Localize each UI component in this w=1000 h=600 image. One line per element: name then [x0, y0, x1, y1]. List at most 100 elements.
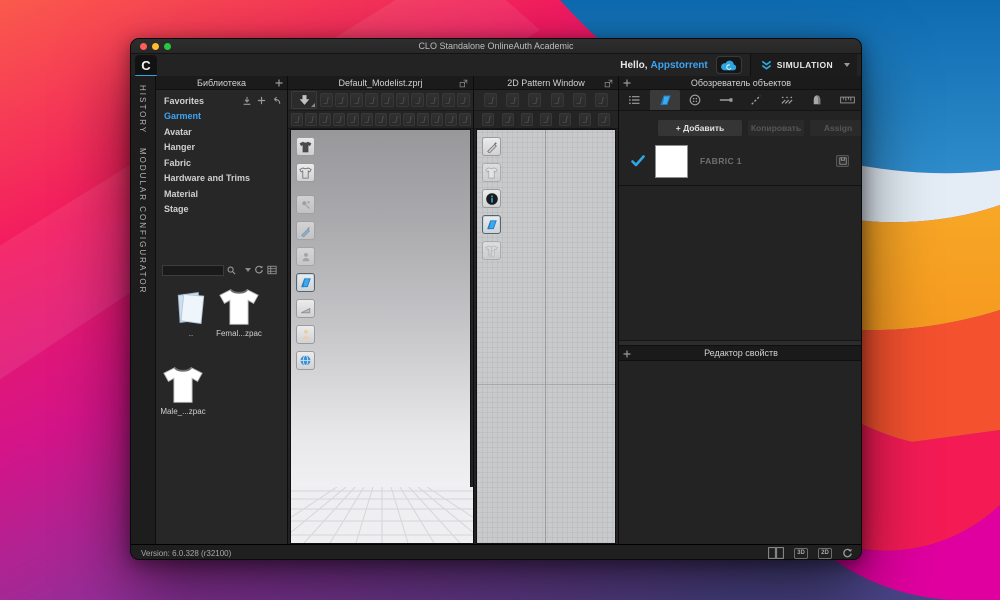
toolbar-button[interactable]: [595, 93, 608, 107]
show-garment-style-icon[interactable]: [296, 163, 315, 182]
file-item-male-garment[interactable]: Male_...zpac: [159, 365, 207, 416]
viewport-3d-canvas[interactable]: [290, 129, 471, 544]
popout-icon[interactable]: [604, 79, 613, 88]
toolbar-button[interactable]: [540, 113, 552, 126]
show-wedge-icon[interactable]: [296, 299, 315, 318]
toolbar-button[interactable]: [426, 93, 439, 107]
username-link[interactable]: Appstorrent: [651, 60, 708, 71]
toolbar-button[interactable]: [506, 93, 519, 107]
shirt-tool-icon[interactable]: [482, 163, 501, 182]
download-icon[interactable]: [242, 96, 252, 106]
toolbar-button[interactable]: [403, 113, 415, 126]
tab-scene-list[interactable]: [619, 90, 650, 110]
toolbar-button[interactable]: [502, 113, 514, 126]
library-item-favorites[interactable]: Favorites: [156, 93, 287, 109]
toolbar-button[interactable]: [389, 113, 401, 126]
clo-logo[interactable]: C: [135, 55, 157, 75]
tab-modular-configurator[interactable]: MODULAR CONFIGURATOR: [138, 148, 147, 294]
popout-icon[interactable]: [459, 79, 468, 88]
check-icon[interactable]: [631, 155, 645, 167]
refresh-icon[interactable]: [254, 265, 264, 275]
toolbar-button[interactable]: [320, 93, 333, 107]
library-item-material[interactable]: Material: [156, 186, 287, 202]
cloud-sync-button[interactable]: [716, 56, 742, 74]
toolbar-button[interactable]: [396, 93, 409, 107]
tab-puckering[interactable]: [772, 90, 803, 110]
search-input[interactable]: [162, 265, 224, 276]
toolbar-button[interactable]: [482, 113, 494, 126]
show-globe-icon[interactable]: [296, 351, 315, 370]
show-pins-icon[interactable]: [296, 195, 315, 214]
toolbar-button[interactable]: [579, 113, 591, 126]
add-fabric-button[interactable]: + Добавить: [658, 120, 742, 136]
simulation-dropdown-caret[interactable]: [844, 63, 850, 67]
tab-history[interactable]: HISTORY: [138, 85, 147, 134]
toolbar-button[interactable]: [381, 93, 394, 107]
info-tool-icon[interactable]: [482, 189, 501, 208]
add-icon[interactable]: [257, 96, 266, 105]
save-fabric-icon[interactable]: [836, 155, 849, 167]
grid-shirt-tool-icon[interactable]: [482, 241, 501, 260]
toolbar-button[interactable]: [445, 113, 457, 126]
toolbar-button[interactable]: [528, 93, 541, 107]
tab-topstitch[interactable]: [741, 90, 772, 110]
fabric-list-item[interactable]: FABRIC 1: [619, 143, 862, 179]
fabric-swatch[interactable]: [655, 145, 688, 178]
toolbar-button[interactable]: [333, 113, 345, 126]
view-3d-button[interactable]: 3D: [794, 548, 808, 559]
tab-fabric[interactable]: [650, 90, 681, 110]
split-view-icon[interactable]: [768, 547, 784, 559]
view-2d-button[interactable]: 2D: [818, 548, 832, 559]
pattern-tool-icon[interactable]: [482, 215, 501, 234]
panel-move-icon[interactable]: [275, 79, 283, 87]
library-item-garment[interactable]: Garment: [156, 109, 287, 125]
simulation-button[interactable]: SIMULATION: [750, 54, 857, 76]
show-fabric-icon[interactable]: [296, 273, 315, 292]
file-item-parent-folder[interactable]: ..: [167, 289, 215, 338]
toolbar-button[interactable]: [521, 113, 533, 126]
tab-trim[interactable]: [802, 90, 833, 110]
toolbar-button[interactable]: [459, 113, 471, 126]
assign-fabric-button[interactable]: Assign: [810, 120, 862, 136]
toolbar-button[interactable]: [305, 113, 317, 126]
show-mannequin-icon[interactable]: [296, 325, 315, 344]
library-item-hanger[interactable]: Hanger: [156, 140, 287, 156]
toolbar-button[interactable]: [431, 113, 443, 126]
toolbar-button[interactable]: [291, 113, 303, 126]
show-avatar-small-icon[interactable]: [296, 247, 315, 266]
search-icon[interactable]: [227, 266, 236, 275]
refresh-icon[interactable]: [842, 548, 853, 559]
search-options-caret[interactable]: [245, 268, 251, 272]
toolbar-button[interactable]: [417, 113, 429, 126]
toolbar-button[interactable]: [559, 113, 571, 126]
toolbar-button[interactable]: [442, 93, 455, 107]
library-item-fabric[interactable]: Fabric: [156, 155, 287, 171]
toolbar-button[interactable]: [573, 93, 586, 107]
panel-move-icon[interactable]: [623, 350, 631, 358]
toolbar-button[interactable]: [365, 93, 378, 107]
view-mode-icon[interactable]: [267, 265, 277, 275]
toolbar-button[interactable]: [411, 93, 424, 107]
toolbar-button[interactable]: [361, 113, 373, 126]
toolbar-button[interactable]: [319, 113, 331, 126]
show-3d-pen-icon[interactable]: [296, 221, 315, 240]
library-item-stage[interactable]: Stage: [156, 202, 287, 218]
copy-fabric-button[interactable]: Копировать: [748, 120, 804, 136]
back-arrow-icon[interactable]: [271, 96, 281, 105]
library-item-hardware-and-trims[interactable]: Hardware and Trims: [156, 171, 287, 187]
toolbar-button[interactable]: [347, 113, 359, 126]
toolbar-button[interactable]: [598, 113, 610, 126]
tab-zipper[interactable]: [711, 90, 742, 110]
panel-move-icon[interactable]: [623, 79, 631, 87]
pen-tool-icon[interactable]: [482, 137, 501, 156]
toolbar-button[interactable]: [335, 93, 348, 107]
toolbar-button[interactable]: [457, 93, 470, 107]
toolbar-button[interactable]: [350, 93, 363, 107]
tab-measure[interactable]: [833, 90, 863, 110]
simulate-drop-button[interactable]: [291, 91, 317, 109]
file-item-female-garment[interactable]: Femal...zpac: [215, 287, 263, 338]
tab-button[interactable]: [680, 90, 711, 110]
toolbar-button[interactable]: [375, 113, 387, 126]
viewport-2d-canvas[interactable]: [476, 129, 616, 544]
toolbar-button[interactable]: [551, 93, 564, 107]
